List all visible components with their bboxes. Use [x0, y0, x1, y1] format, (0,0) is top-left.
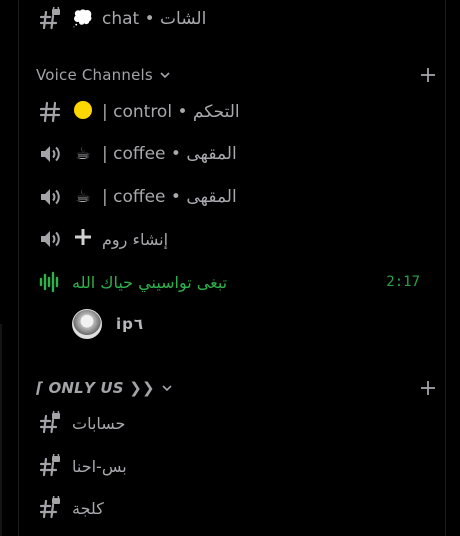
channel-label: chat • الشات	[102, 9, 207, 29]
channel-label: بس-احنا	[72, 456, 127, 476]
voice-channel-coffee-2[interactable]: ☕ | coffee • المقهى	[36, 182, 442, 212]
coffee-icon: ☕	[75, 144, 91, 164]
thought-bubble-icon: 💭	[72, 9, 94, 29]
voice-active-icon	[36, 268, 64, 296]
voice-channel-active[interactable]: تبغى تواسيني حياك الله 2:17	[36, 267, 442, 297]
category-label: Voice Channels	[36, 66, 153, 84]
voice-user[interactable]: ip٦	[72, 308, 143, 340]
channel-chat[interactable]: 💭 chat • الشات	[36, 4, 442, 34]
plus-icon[interactable]	[418, 378, 438, 398]
speaker-icon	[36, 140, 64, 168]
category-voice-channels[interactable]: Voice Channels	[36, 63, 438, 87]
speaker-icon	[36, 183, 64, 211]
channel-label: | coffee • المقهى	[102, 187, 237, 207]
voice-channel-create-room[interactable]: إنشاء روم	[36, 224, 442, 254]
channel-accounts[interactable]: حسابات	[36, 408, 442, 438]
right-panel-edge	[445, 0, 460, 536]
coffee-icon: ☕	[75, 187, 91, 207]
channel-label: حسابات	[72, 413, 126, 433]
channel-label: تبغى تواسيني حياك الله	[72, 272, 228, 292]
channel-label: | control • التحكم	[102, 102, 240, 122]
plus-icon[interactable]	[418, 65, 438, 85]
category-only-us[interactable]: ⌈ 𝙊𝙉𝙇𝙔 𝙐𝙎 ❯❯	[36, 376, 438, 400]
chevron-down-icon	[162, 385, 172, 392]
hash-icon	[36, 98, 64, 126]
channel-label: | coffee • المقهى	[102, 144, 237, 164]
hash-locked-icon	[36, 5, 64, 33]
left-panel-divider	[0, 324, 2, 536]
channel-bas-ehna[interactable]: بس-احنا	[36, 451, 442, 481]
call-timer: 2:17	[386, 274, 420, 290]
channel-label: إنشاء روم	[102, 229, 169, 249]
plus-emoji-icon	[72, 227, 94, 252]
channel-label: كلجة	[72, 498, 104, 518]
hash-locked-icon	[36, 452, 64, 480]
category-label: ⌈ 𝙊𝙉𝙇𝙔 𝙐𝙎 ❯❯	[36, 379, 155, 397]
channel-kalja[interactable]: كلجة	[36, 493, 442, 523]
channel-control[interactable]: | control • التحكم	[36, 97, 442, 127]
username: ip٦	[116, 315, 144, 333]
yellow-circle-icon	[72, 100, 94, 125]
speaker-icon	[36, 225, 64, 253]
hash-locked-icon	[36, 494, 64, 522]
voice-channel-coffee-1[interactable]: ☕ | coffee • المقهى	[36, 139, 442, 169]
hash-locked-icon	[36, 409, 64, 437]
left-panel-edge	[0, 0, 19, 536]
avatar	[72, 309, 102, 339]
chevron-down-icon	[160, 72, 170, 79]
